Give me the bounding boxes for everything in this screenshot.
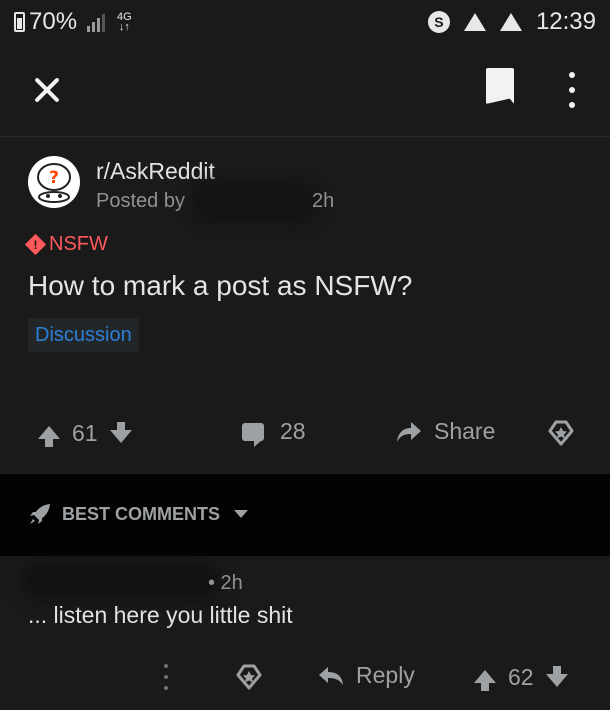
status-bar: 70% 4G ↓↑ S 12:39	[0, 0, 610, 44]
comment-sort-bar: BEST COMMENTS	[0, 474, 610, 556]
post-toolbar	[0, 44, 610, 137]
nsfw-tag: ! NSFW	[24, 233, 108, 256]
warning-icon: !	[24, 233, 47, 256]
redacted-comment-author	[20, 560, 220, 600]
share-arrow-icon	[397, 421, 421, 442]
reply-label: Reply	[356, 662, 415, 688]
comment-sort-dropdown[interactable]: BEST COMMENTS	[28, 502, 249, 526]
comment-bubble-icon	[242, 422, 264, 447]
battery-icon	[14, 12, 25, 32]
bookmark-icon[interactable]	[486, 68, 514, 104]
downvote-icon[interactable]	[545, 666, 568, 687]
reply-arrow-icon	[319, 666, 343, 685]
post-action-bar: 61 28 Share	[0, 410, 610, 458]
share-label: Share	[434, 418, 496, 444]
network-type: 4G ↓↑	[117, 12, 132, 33]
status-right: S 12:39	[427, 8, 596, 36]
award-icon[interactable]	[548, 420, 574, 446]
clock: 12:39	[535, 8, 596, 35]
nsfw-label: NSFW	[49, 233, 108, 255]
cleaner-icon	[463, 13, 486, 31]
comments-button[interactable]: 28	[242, 418, 306, 447]
post-flair[interactable]: Discussion	[28, 318, 139, 352]
post-time: 2h	[312, 190, 335, 212]
post-score: 61	[72, 420, 98, 446]
share-button[interactable]: Share	[396, 418, 495, 445]
comment-vote-group: 62	[474, 662, 568, 691]
redacted-username	[190, 181, 320, 225]
chevron-down-icon	[234, 510, 249, 518]
comment-body: ... listen here you little shit	[28, 602, 293, 628]
battery-percent: 70%	[29, 8, 78, 35]
status-left: 70% 4G ↓↑	[14, 8, 132, 36]
reply-button[interactable]: Reply	[318, 662, 415, 689]
comment-action-bar: Reply 62	[0, 656, 610, 698]
subreddit-name[interactable]: r/AskReddit	[96, 158, 215, 185]
posted-by-label: Posted by	[96, 190, 185, 212]
more-vertical-icon[interactable]	[566, 72, 578, 108]
close-icon[interactable]	[28, 70, 68, 110]
app-notification-icon: S	[427, 11, 450, 33]
comment-time: • 2h	[208, 572, 243, 594]
post-title: How to mark a post as NSFW?	[28, 270, 413, 301]
cleaner-icon-2	[499, 13, 522, 31]
comment-count: 28	[280, 418, 306, 444]
subreddit-avatar[interactable]: ?	[28, 156, 80, 208]
askreddit-logo-icon: ?	[37, 163, 71, 203]
more-vertical-icon[interactable]	[164, 664, 170, 690]
rocket-icon	[30, 504, 50, 524]
comment-score: 62	[508, 664, 534, 690]
data-arrows-icon: ↓↑	[118, 21, 130, 33]
svg-text:?: ?	[49, 168, 59, 188]
signal-icon	[87, 12, 106, 32]
post-vote-group: 61	[38, 418, 132, 447]
downvote-icon[interactable]	[109, 422, 132, 443]
upvote-icon[interactable]	[474, 670, 496, 691]
award-icon[interactable]	[236, 664, 262, 690]
sort-label: BEST COMMENTS	[62, 503, 221, 524]
upvote-icon[interactable]	[38, 426, 60, 447]
